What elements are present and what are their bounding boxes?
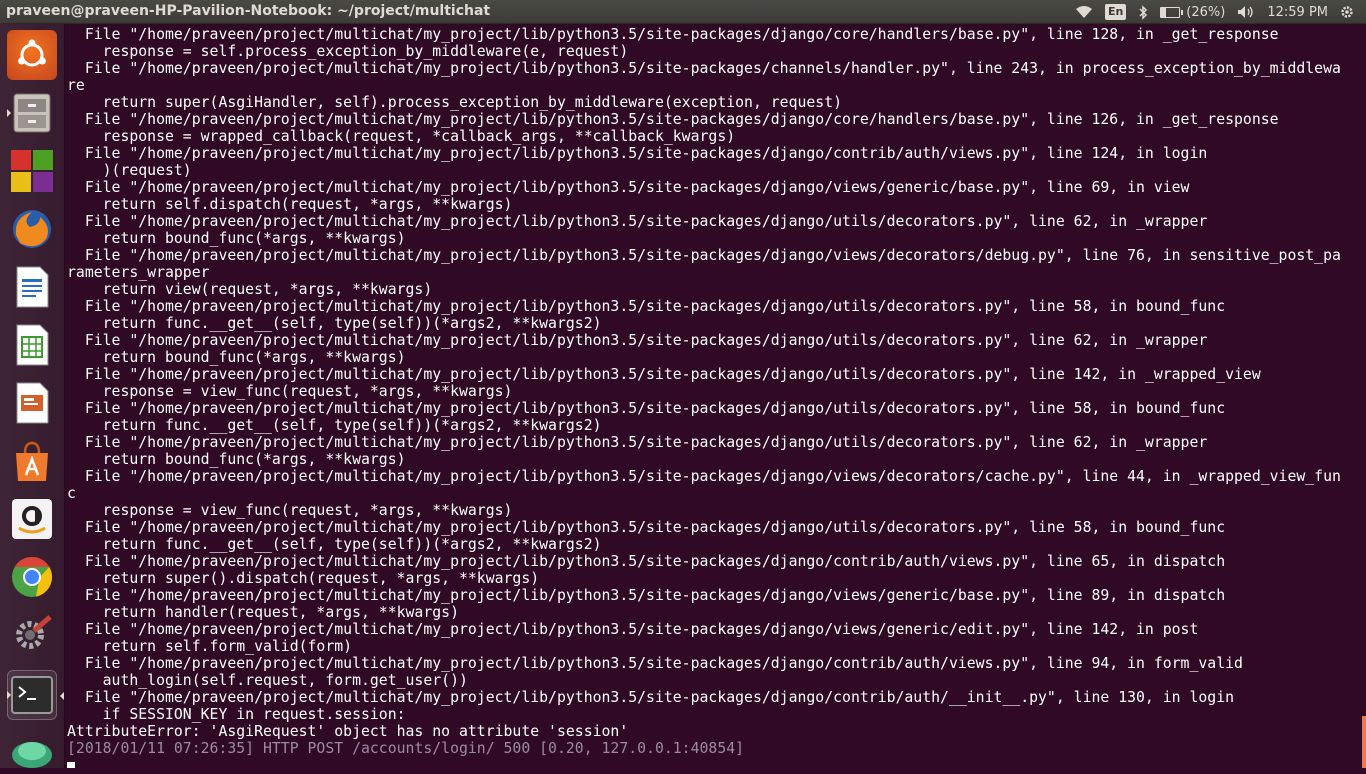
terminal-line: File "/home/praveen/project/multichat/my… <box>67 553 1226 570</box>
running-indicator <box>7 109 11 117</box>
terminal-line: File "/home/praveen/project/multichat/my… <box>67 655 1243 672</box>
launcher-item-amazon[interactable] <box>7 494 57 544</box>
terminal-line: File "/home/praveen/project/multichat/my… <box>67 468 1341 485</box>
launcher-item-impress[interactable] <box>7 378 57 428</box>
terminal-line: File "/home/praveen/project/multichat/my… <box>67 111 1279 128</box>
launcher <box>0 24 65 768</box>
text-cursor <box>67 762 75 768</box>
keyboard-layout-indicator[interactable]: En <box>1104 4 1127 20</box>
terminal-line: File "/home/praveen/project/multichat/my… <box>67 60 1341 77</box>
terminal-line: auth_login(self.request, form.get_user()… <box>67 672 468 689</box>
terminal-line: AttributeError: 'AsgiRequest' object has… <box>67 723 629 740</box>
system-settings-icon <box>16 615 52 649</box>
clock[interactable]: 12:59 PM <box>1267 5 1328 20</box>
terminal-line: return view(request, *args, **kwargs) <box>67 281 433 298</box>
terminal-line: return super().dispatch(request, *args, … <box>67 570 540 587</box>
terminal-line: return func.__get__(self, type(self))(*a… <box>67 315 602 332</box>
terminal-line: )(request) <box>67 162 192 179</box>
terminal-line: return handler(request, *args, **kwargs) <box>67 604 459 621</box>
terminal-line: File "/home/praveen/project/multichat/my… <box>67 145 1208 162</box>
workspace-switcher-icon <box>11 150 53 192</box>
terminal-line: File "/home/praveen/project/multichat/my… <box>67 621 1199 638</box>
server-log-line: [2018/01/11 07:26:35] HTTP POST /account… <box>67 740 745 757</box>
file-cabinet-icon <box>13 93 51 133</box>
terminal-line: File "/home/praveen/project/multichat/my… <box>67 689 1235 706</box>
launcher-item-terminal[interactable] <box>7 670 57 720</box>
firefox-icon <box>13 210 51 248</box>
top-panel: praveen@praveen-HP-Pavilion-Notebook: ~/… <box>0 0 1366 24</box>
wifi-icon[interactable] <box>1075 5 1093 19</box>
software-center-icon <box>16 441 48 481</box>
terminal-line: File "/home/praveen/project/multichat/my… <box>67 179 1190 196</box>
terminal-line: File "/home/praveen/project/multichat/my… <box>67 434 1208 451</box>
terminal-line: return func.__get__(self, type(self))(*a… <box>67 417 602 434</box>
launcher-item-chrome[interactable] <box>7 552 57 602</box>
terminal-line: return bound_func(*args, **kwargs) <box>67 349 406 366</box>
launcher-item-settings[interactable] <box>7 610 57 660</box>
terminal-line: re <box>67 77 85 94</box>
launcher-item-workspaces[interactable] <box>7 146 57 196</box>
battery-indicator[interactable]: (26%) <box>1160 5 1225 20</box>
terminal-line: return super(AsgiHandler, self).process_… <box>67 94 843 111</box>
terminal-line: File "/home/praveen/project/multichat/my… <box>67 247 1341 264</box>
terminal-output: File "/home/praveen/project/multichat/my… <box>67 26 1341 768</box>
libreoffice-impress-icon <box>16 382 49 424</box>
battery-fill <box>1161 7 1166 17</box>
launcher-item-software-center[interactable] <box>7 436 57 486</box>
launcher-item-files[interactable] <box>7 88 57 138</box>
volume-icon[interactable] <box>1237 5 1255 19</box>
terminal-line: File "/home/praveen/project/multichat/my… <box>67 400 1226 417</box>
terminal-line: return func.__get__(self, type(self))(*a… <box>67 536 602 553</box>
scrollbar-thumb[interactable] <box>1362 716 1366 768</box>
prompt-line[interactable] <box>67 757 1341 768</box>
battery-icon <box>1160 6 1184 18</box>
launcher-item-firefox[interactable] <box>7 204 57 254</box>
launcher-item-writer[interactable] <box>7 262 57 312</box>
terminal-line: File "/home/praveen/project/multichat/my… <box>67 519 1226 536</box>
chrome-icon <box>12 557 52 597</box>
terminal-line: if SESSION_KEY in request.session: <box>67 706 406 723</box>
terminal-line: return self.form_valid(form) <box>67 638 353 655</box>
terminal-line: File "/home/praveen/project/multichat/my… <box>67 366 1261 383</box>
terminal-line: File "/home/praveen/project/multichat/my… <box>67 26 1279 43</box>
window-title: praveen@praveen-HP-Pavilion-Notebook: ~/… <box>6 3 491 19</box>
terminal-icon <box>11 676 53 714</box>
libreoffice-calc-icon <box>16 324 49 366</box>
launcher-item-app[interactable] <box>7 724 57 774</box>
terminal-line: response = self.process_exception_by_mid… <box>67 43 629 60</box>
app-icon <box>12 742 52 768</box>
terminal-line: File "/home/praveen/project/multichat/my… <box>67 298 1226 315</box>
terminal-line: rameters_wrapper <box>67 264 210 281</box>
bluetooth-icon[interactable] <box>1138 4 1148 20</box>
focused-indicator <box>60 692 64 700</box>
terminal-line: c <box>67 485 76 502</box>
terminal-line: response = wrapped_callback(request, *ca… <box>67 128 736 145</box>
terminal-line: return bound_func(*args, **kwargs) <box>67 451 406 468</box>
indicator-area: En (26%) 12:59 PM <box>1075 0 1366 24</box>
terminal-line: File "/home/praveen/project/multichat/my… <box>67 587 1226 604</box>
terminal-window[interactable]: File "/home/praveen/project/multichat/my… <box>65 24 1366 768</box>
terminal-line: return self.dispatch(request, *args, **k… <box>67 196 513 213</box>
running-indicator <box>7 691 11 699</box>
libreoffice-writer-icon <box>16 266 49 308</box>
battery-percentage: (26%) <box>1186 4 1226 20</box>
terminal-line: File "/home/praveen/project/multichat/my… <box>67 213 1208 230</box>
amazon-icon <box>12 499 52 539</box>
launcher-item-dash[interactable] <box>7 30 57 80</box>
terminal-line: response = view_func(request, *args, **k… <box>67 383 513 400</box>
ubuntu-dash-icon <box>18 39 46 67</box>
gear-icon[interactable] <box>1340 5 1354 19</box>
terminal-line: response = view_func(request, *args, **k… <box>67 502 513 519</box>
launcher-item-calc[interactable] <box>7 320 57 370</box>
terminal-line: File "/home/praveen/project/multichat/my… <box>67 332 1208 349</box>
terminal-line: return bound_func(*args, **kwargs) <box>67 230 406 247</box>
